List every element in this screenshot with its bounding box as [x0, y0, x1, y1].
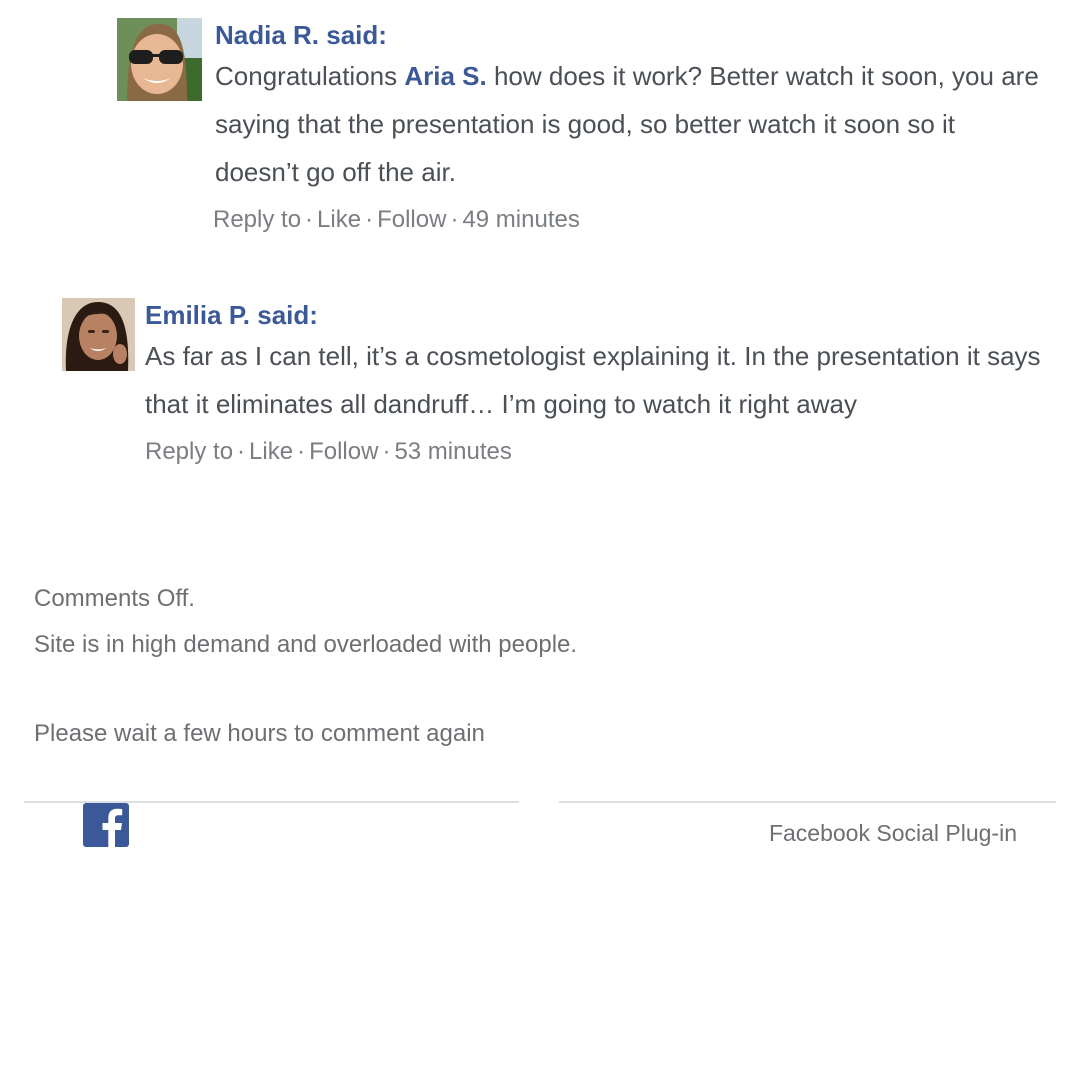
comment-text: Congratulations Aria S. how does it work…	[215, 52, 1045, 196]
avatar-woman-sunglasses-icon	[117, 18, 202, 101]
comment-actions: Reply to · Like · Follow · 53 minutes	[145, 434, 1045, 470]
mention-link[interactable]: Aria S.	[404, 61, 486, 91]
follow-link[interactable]: Follow	[309, 438, 378, 465]
facebook-logo-icon	[83, 803, 129, 847]
facebook-icon[interactable]	[83, 803, 129, 847]
reply-link[interactable]: Reply to	[213, 206, 301, 233]
comment-timestamp: 53 minutes	[394, 438, 512, 465]
like-link[interactable]: Like	[249, 438, 293, 465]
reply-link[interactable]: Reply to	[145, 438, 233, 465]
like-link[interactable]: Like	[317, 206, 361, 233]
comment-actions: Reply to · Like · Follow · 49 minutes	[213, 202, 1045, 238]
separator: ·	[382, 438, 391, 465]
comment-body: Nadia R. said: Congratulations Aria S. h…	[213, 18, 1045, 238]
separator: ·	[365, 206, 374, 233]
comment-author[interactable]: Nadia R. said:	[215, 18, 1045, 52]
comment-text-part: Congratulations	[215, 61, 405, 91]
comment-author[interactable]: Emilia P. said:	[145, 298, 1045, 332]
avatar-woman-dark-hair-icon	[62, 298, 135, 371]
separator: ·	[305, 206, 314, 233]
separator: ·	[450, 206, 459, 233]
avatar[interactable]	[117, 18, 202, 101]
comment-timestamp: 49 minutes	[462, 206, 580, 233]
follow-link[interactable]: Follow	[377, 206, 446, 233]
overload-notice: Site is in high demand and overloaded wi…	[34, 631, 578, 658]
comment-text: As far as I can tell, it’s a cosmetologi…	[145, 341, 1041, 419]
comments-off-notice: Comments Off.	[34, 585, 195, 612]
separator: ·	[237, 438, 246, 465]
wait-notice: Please wait a few hours to comment again	[34, 720, 485, 747]
facebook-plugin-label: Facebook Social Plug-in	[768, 820, 1017, 846]
avatar[interactable]	[62, 298, 135, 371]
comment-body: Emilia P. said: As far as I can tell, it…	[145, 298, 1045, 470]
divider	[559, 801, 1056, 803]
separator: ·	[297, 438, 306, 465]
